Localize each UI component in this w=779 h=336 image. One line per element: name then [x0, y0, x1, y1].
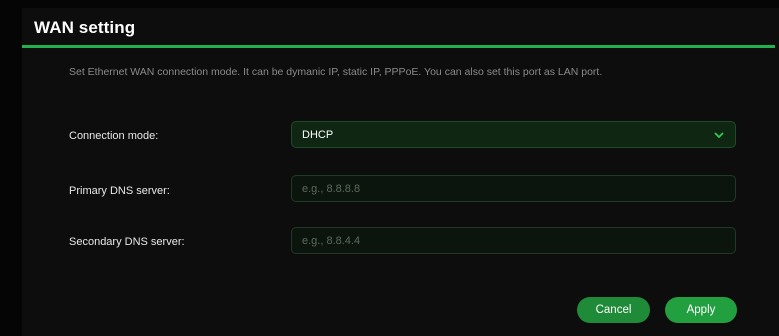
apply-button[interactable]: Apply: [665, 297, 737, 323]
cancel-button[interactable]: Cancel: [577, 297, 650, 323]
secondary-dns-input[interactable]: [291, 227, 736, 254]
secondary-dns-label: Secondary DNS server:: [69, 236, 185, 248]
title-divider: [22, 45, 775, 48]
section-title: WAN setting: [34, 18, 136, 37]
connection-mode-select[interactable]: DHCP: [291, 121, 736, 148]
connection-mode-label: Connection mode:: [69, 130, 159, 142]
chevron-down-icon: [713, 129, 725, 141]
connection-mode-value: DHCP: [302, 128, 334, 141]
primary-dns-label: Primary DNS server:: [69, 185, 170, 197]
section-description: Set Ethernet WAN connection mode. It can…: [69, 66, 603, 78]
primary-dns-input[interactable]: [291, 175, 736, 202]
wan-setting-panel: WAN setting Set Ethernet WAN connection …: [22, 8, 779, 336]
